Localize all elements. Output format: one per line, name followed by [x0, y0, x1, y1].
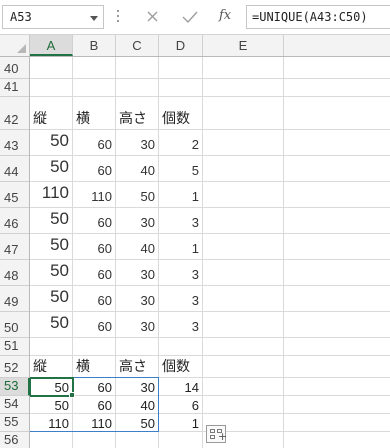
- formula-buttons: fx: [128, 5, 242, 29]
- column-header-e[interactable]: E: [203, 35, 284, 56]
- source-data-cell[interactable]: 110: [73, 182, 116, 208]
- column-header-a[interactable]: A: [30, 35, 73, 56]
- source-header-cell[interactable]: 縦: [30, 97, 73, 130]
- row-header-51[interactable]: 51: [0, 338, 29, 356]
- source-data-cell[interactable]: 30: [116, 130, 159, 156]
- row-header-52[interactable]: 52: [0, 356, 29, 378]
- source-data-cell[interactable]: 50: [30, 156, 73, 182]
- formula-text: =UNIQUE(A43:C50): [252, 10, 368, 24]
- source-data-cell[interactable]: 40: [116, 156, 159, 182]
- row-header-45[interactable]: 45: [0, 182, 29, 208]
- source-data-cell[interactable]: 3: [159, 312, 203, 338]
- source-data-cell[interactable]: 50: [30, 286, 73, 312]
- grid-line-horizontal: [30, 78, 390, 79]
- source-data-cell[interactable]: 60: [73, 208, 116, 234]
- source-data-cell[interactable]: 110: [30, 182, 73, 208]
- result-data-cell[interactable]: 60: [73, 396, 116, 414]
- row-headers: 40 41 42 43 44 45 46 47 48 49 50 51 52 53 54 55 56: [0, 57, 30, 448]
- name-box[interactable]: A53: [2, 5, 104, 29]
- row-header-55[interactable]: 55: [0, 414, 29, 432]
- quick-analysis-icon[interactable]: +: [206, 425, 227, 443]
- source-data-cell[interactable]: 30: [116, 312, 159, 338]
- source-header-cell[interactable]: 個数: [159, 97, 203, 130]
- source-data-cell[interactable]: 30: [116, 260, 159, 286]
- fill-handle[interactable]: [69, 392, 75, 398]
- source-data-cell[interactable]: 60: [73, 156, 116, 182]
- grid-line-vertical: [283, 57, 284, 448]
- cancel-icon[interactable]: [138, 5, 168, 29]
- result-data-cell[interactable]: 40: [116, 396, 159, 414]
- row-header-44[interactable]: 44: [0, 156, 29, 182]
- formula-input[interactable]: =UNIQUE(A43:C50): [246, 5, 390, 29]
- result-data-cell[interactable]: 50: [116, 414, 159, 432]
- result-header-cell[interactable]: 横: [73, 356, 116, 378]
- source-data-cell[interactable]: 30: [116, 208, 159, 234]
- result-data-cell[interactable]: 6: [159, 396, 203, 414]
- result-data-cell[interactable]: 30: [116, 378, 159, 396]
- row-header-40[interactable]: 40: [0, 57, 29, 79]
- source-data-cell[interactable]: 50: [30, 312, 73, 338]
- name-box-value: A53: [10, 10, 32, 24]
- fx-icon[interactable]: fx: [212, 5, 242, 29]
- source-data-cell[interactable]: 60: [73, 234, 116, 260]
- source-data-cell[interactable]: 3: [159, 260, 203, 286]
- source-data-cell[interactable]: 3: [159, 286, 203, 312]
- source-data-cell[interactable]: 30: [116, 286, 159, 312]
- row-header-54[interactable]: 54: [0, 396, 29, 414]
- source-data-cell[interactable]: 2: [159, 130, 203, 156]
- source-header-cell[interactable]: 高さ: [116, 97, 159, 130]
- source-data-cell[interactable]: 3: [159, 208, 203, 234]
- source-data-cell[interactable]: 60: [73, 286, 116, 312]
- chevron-down-icon[interactable]: [90, 16, 98, 21]
- source-data-cell[interactable]: 60: [73, 312, 116, 338]
- source-header-cell[interactable]: 横: [73, 97, 116, 130]
- source-data-cell[interactable]: 50: [30, 234, 73, 260]
- source-data-cell[interactable]: 40: [116, 234, 159, 260]
- column-headers: ABCDE: [0, 35, 390, 57]
- source-data-cell[interactable]: 60: [73, 260, 116, 286]
- result-data-cell[interactable]: 60: [73, 378, 116, 396]
- column-header-d[interactable]: D: [159, 35, 203, 56]
- source-data-cell[interactable]: 60: [73, 130, 116, 156]
- row-header-49[interactable]: 49: [0, 286, 29, 312]
- row-header-47[interactable]: 47: [0, 234, 29, 260]
- result-data-cell[interactable]: 50: [30, 378, 73, 396]
- formula-bar-resize-handle[interactable]: [116, 10, 120, 26]
- result-data-cell[interactable]: 50: [30, 396, 73, 414]
- result-data-cell[interactable]: 1: [159, 414, 203, 432]
- source-data-cell[interactable]: 50: [30, 130, 73, 156]
- result-header-cell[interactable]: 高さ: [116, 356, 159, 378]
- row-header-48[interactable]: 48: [0, 260, 29, 286]
- column-header-c[interactable]: C: [116, 35, 159, 56]
- formula-bar: A53 fx =UNIQUE(A43:C50): [0, 0, 390, 35]
- source-data-cell[interactable]: 50: [116, 182, 159, 208]
- select-all-corner[interactable]: [0, 35, 30, 56]
- result-header-cell[interactable]: 縦: [30, 356, 73, 378]
- source-data-cell[interactable]: 1: [159, 182, 203, 208]
- result-header-cell[interactable]: 個数: [159, 356, 203, 378]
- result-data-cell[interactable]: 110: [30, 414, 73, 432]
- row-header-50[interactable]: 50: [0, 312, 29, 338]
- fx-label: fx: [219, 8, 232, 23]
- row-header-42[interactable]: 42: [0, 97, 29, 130]
- result-data-cell[interactable]: 14: [159, 378, 203, 396]
- column-header-b[interactable]: B: [73, 35, 116, 56]
- enter-icon[interactable]: [175, 5, 205, 29]
- row-header-46[interactable]: 46: [0, 208, 29, 234]
- source-data-cell[interactable]: 5: [159, 156, 203, 182]
- row-header-43[interactable]: 43: [0, 130, 29, 156]
- row-header-41[interactable]: 41: [0, 79, 29, 97]
- source-data-cell[interactable]: 50: [30, 208, 73, 234]
- source-data-cell[interactable]: 1: [159, 234, 203, 260]
- result-data-cell[interactable]: 110: [73, 414, 116, 432]
- cell-grid[interactable]: 縦横高さ 個数 50 60 30 2 50 60 40 5 110 110 50 1 50 60 30 3 50 60…: [30, 57, 390, 448]
- row-header-56[interactable]: 56: [0, 432, 29, 448]
- row-header-53[interactable]: 53: [0, 378, 30, 396]
- source-data-cell[interactable]: 50: [30, 260, 73, 286]
